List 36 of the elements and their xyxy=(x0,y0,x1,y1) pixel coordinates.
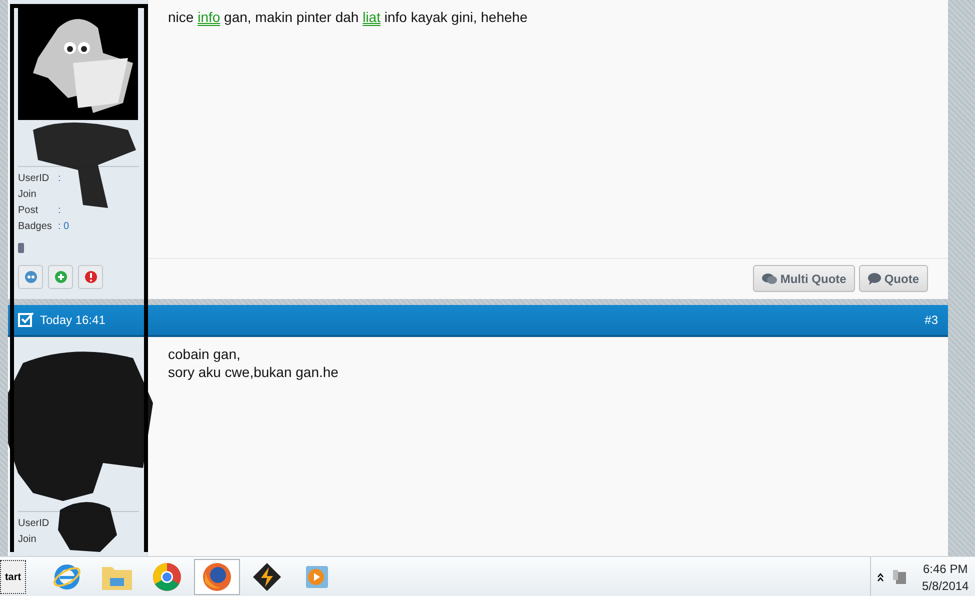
play-icon xyxy=(303,563,331,591)
user-stat: UserID : xyxy=(18,173,62,185)
speech-bubbles-icon xyxy=(762,272,778,285)
user-stat: Join xyxy=(18,534,38,546)
alert-icon xyxy=(84,270,98,284)
clock-time: 6:46 PM xyxy=(923,562,968,576)
speech-bubble-icon xyxy=(868,272,882,285)
user-stat: Badges : 0 xyxy=(18,221,70,233)
user-action-button[interactable] xyxy=(18,265,43,289)
user-action-button[interactable] xyxy=(78,265,103,289)
post-number[interactable]: #3 xyxy=(924,312,938,327)
user-action-button[interactable] xyxy=(48,265,73,289)
user-stat: Post : xyxy=(18,205,62,217)
ghost-avatar-icon xyxy=(18,8,138,120)
browser-logo-icon xyxy=(152,562,182,592)
rank-icon xyxy=(18,243,24,253)
start-button[interactable]: tart xyxy=(0,560,26,594)
quote-button[interactable]: Quote xyxy=(859,265,928,292)
clock-date: 5/8/2014 xyxy=(922,578,969,592)
lightning-icon xyxy=(252,562,282,592)
text-link[interactable]: info xyxy=(198,9,220,25)
post-message: cobain gan, sory aku cwe,bukan gan.he xyxy=(168,344,340,381)
post-date: Today 16:41 xyxy=(40,312,106,327)
chevron-up-icon xyxy=(877,572,884,582)
post-message: nice info gan, makin pinter dah liat info kayak gini, hehehe xyxy=(168,8,529,26)
checkbox-icon xyxy=(18,312,34,328)
plus-bubble-icon xyxy=(54,270,68,284)
fox-globe-icon xyxy=(202,562,232,592)
multi-quote-button[interactable]: Multi Quote xyxy=(753,265,856,292)
taskbar-app[interactable] xyxy=(194,559,240,595)
face-icon xyxy=(24,270,38,284)
text-link[interactable]: liat xyxy=(362,9,380,25)
network-icon xyxy=(892,569,908,585)
user-stat: UserID xyxy=(18,518,50,530)
user-stat: Join xyxy=(18,189,38,201)
e-logo-icon xyxy=(52,562,82,592)
